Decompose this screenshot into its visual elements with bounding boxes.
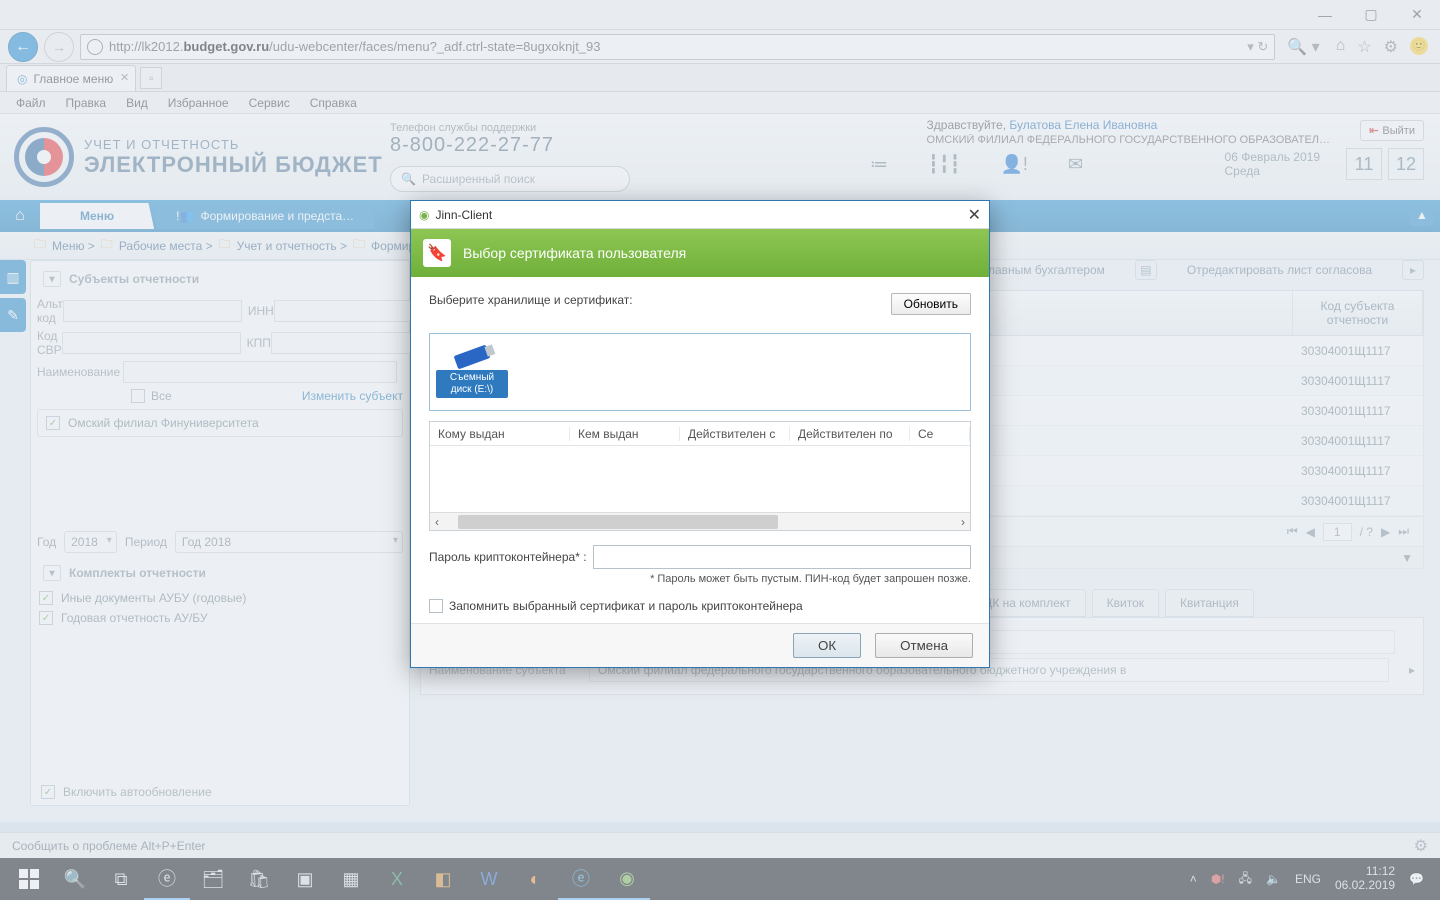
password-label: Пароль криптоконтейнера* :	[429, 550, 587, 564]
cert-col-by[interactable]: Кем выдан	[570, 427, 680, 441]
storage-label-2: диск (E:\)	[451, 384, 493, 395]
dialog-header: 🔖 Выбор сертификата пользователя	[411, 229, 989, 277]
cert-col-extra[interactable]: Се	[910, 427, 970, 441]
storage-item-removable[interactable]: Съемныйдиск (E:\)	[436, 346, 508, 398]
certificate-table: Кому выдан Кем выдан Действителен с Дейс…	[429, 421, 971, 531]
dialog-prompt: Выберите хранилище и сертификат:	[429, 293, 971, 307]
dialog-close-icon[interactable]: ✕	[968, 205, 981, 225]
refresh-button[interactable]: Обновить	[891, 293, 971, 315]
jinn-icon: ◉	[419, 208, 429, 222]
cert-col-until[interactable]: Действителен по	[790, 427, 910, 441]
scroll-right-icon[interactable]: ›	[956, 515, 970, 529]
storage-label-1: Съемный	[450, 372, 494, 383]
cert-h-scrollbar[interactable]: ‹ ›	[430, 512, 970, 530]
dialog-body: Обновить Выберите хранилище и сертификат…	[411, 277, 989, 623]
dialog-titlebar[interactable]: ◉ Jinn-Client ✕	[411, 201, 989, 229]
cert-col-from[interactable]: Действителен с	[680, 427, 790, 441]
dialog-title: Выбор сертификата пользователя	[463, 245, 686, 261]
remember-label: Запомнить выбранный сертификат и пароль …	[449, 599, 803, 613]
scroll-left-icon[interactable]: ‹	[430, 515, 444, 529]
password-row: Пароль криптоконтейнера* :	[429, 545, 971, 569]
ok-button[interactable]: ОК	[793, 633, 861, 658]
jinn-client-dialog: ◉ Jinn-Client ✕ 🔖 Выбор сертификата поль…	[410, 200, 990, 668]
dialog-window-title: Jinn-Client	[435, 208, 492, 222]
storage-list: Съемныйдиск (E:\)	[429, 333, 971, 411]
remember-row[interactable]: Запомнить выбранный сертификат и пароль …	[429, 599, 971, 613]
password-input[interactable]	[593, 545, 971, 569]
cancel-button[interactable]: Отмена	[875, 633, 973, 658]
dialog-footer: ОК Отмена	[411, 623, 989, 667]
checkbox-remember[interactable]	[429, 599, 443, 613]
password-hint: * Пароль может быть пустым. ПИН-код буде…	[429, 573, 971, 585]
cert-col-to[interactable]: Кому выдан	[430, 427, 570, 441]
certificate-icon: 🔖	[423, 239, 451, 267]
scroll-thumb[interactable]	[458, 515, 778, 529]
usb-icon	[454, 345, 491, 370]
